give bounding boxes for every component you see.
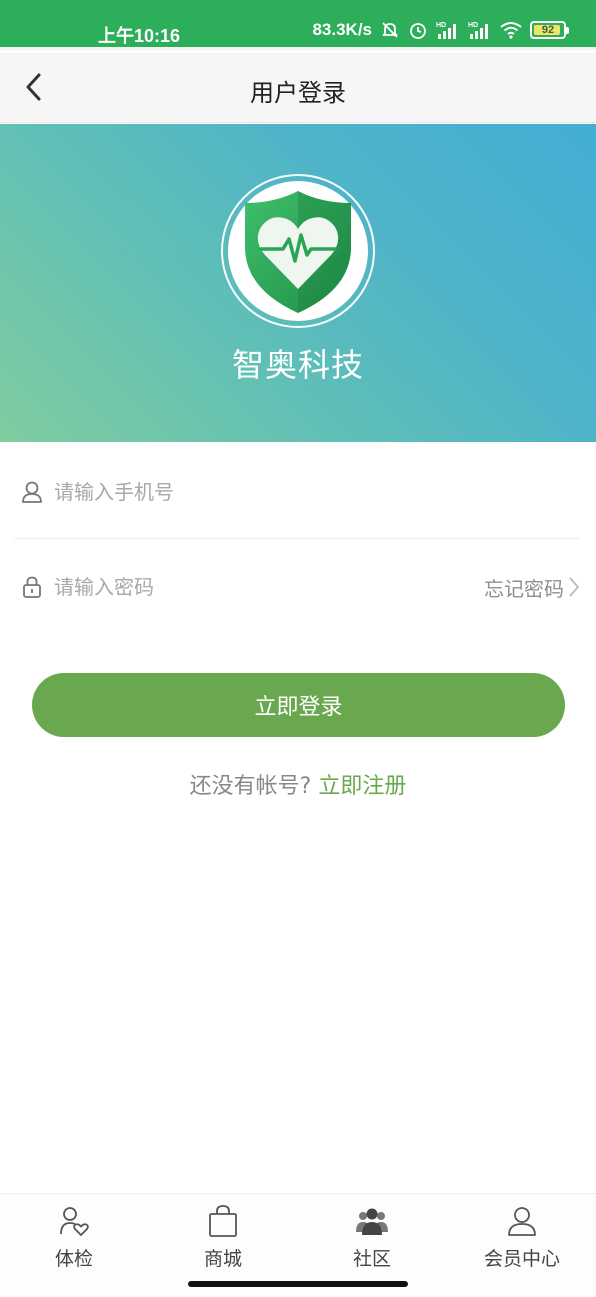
hd-signal-icon: HD <box>468 20 492 40</box>
forgot-password-label: 忘记密码 <box>484 576 564 601</box>
tab-checkup[interactable]: 体检 <box>14 1202 134 1272</box>
brand-name: 智奥科技 <box>231 346 364 384</box>
tab-mall[interactable]: 商城 <box>163 1202 283 1272</box>
community-icon <box>355 1202 389 1240</box>
register-prompt: 还没有帐号? 立即注册 <box>0 768 596 800</box>
status-indicators: 83.3K/s HD HD 92 <box>312 20 569 40</box>
heart-person-icon <box>58 1202 90 1240</box>
tab-label: 会员中心 <box>483 1248 560 1270</box>
tab-label: 商城 <box>203 1248 242 1270</box>
network-speed: 83.3K/s <box>312 20 372 39</box>
user-icon <box>14 480 50 504</box>
home-indicator[interactable] <box>188 1281 408 1287</box>
phone-input[interactable] <box>54 479 580 504</box>
login-button[interactable]: 立即登录 <box>32 673 565 737</box>
phone-field-row <box>14 445 580 539</box>
mute-bell-icon <box>380 20 400 40</box>
status-bar: 上午10:16 83.3K/s HD HD 92 <box>0 0 596 50</box>
tab-label: 社区 <box>352 1248 391 1270</box>
register-link[interactable]: 立即注册 <box>318 774 406 799</box>
status-time: 上午10:16 <box>98 26 181 46</box>
lock-icon <box>14 575 50 599</box>
nav-bar: 用户登录 <box>0 53 596 123</box>
app-logo <box>221 174 375 328</box>
forgot-password-link[interactable]: 忘记密码 <box>484 573 580 602</box>
shopping-bag-icon <box>207 1202 239 1240</box>
tab-community[interactable]: 社区 <box>312 1202 432 1272</box>
user-icon <box>507 1202 537 1240</box>
no-account-text: 还没有帐号? <box>189 774 312 799</box>
tab-label: 体检 <box>54 1248 93 1270</box>
wifi-icon <box>500 21 522 39</box>
hd-signal-icon: HD <box>436 20 460 40</box>
chevron-right-icon <box>569 577 580 597</box>
page-title: 用户登录 <box>250 79 346 107</box>
alarm-icon <box>408 20 428 40</box>
battery-level: 92 <box>541 24 555 36</box>
password-field-row: 忘记密码 <box>14 540 580 634</box>
hero-banner: 智奥科技 <box>0 124 596 442</box>
battery-icon: 92 <box>530 21 569 39</box>
password-input[interactable] <box>54 575 484 599</box>
svg-text:HD: HD <box>468 22 478 29</box>
tab-member-center[interactable]: 会员中心 <box>462 1202 582 1272</box>
shield-heart-icon <box>245 191 351 313</box>
svg-text:HD: HD <box>436 22 446 29</box>
